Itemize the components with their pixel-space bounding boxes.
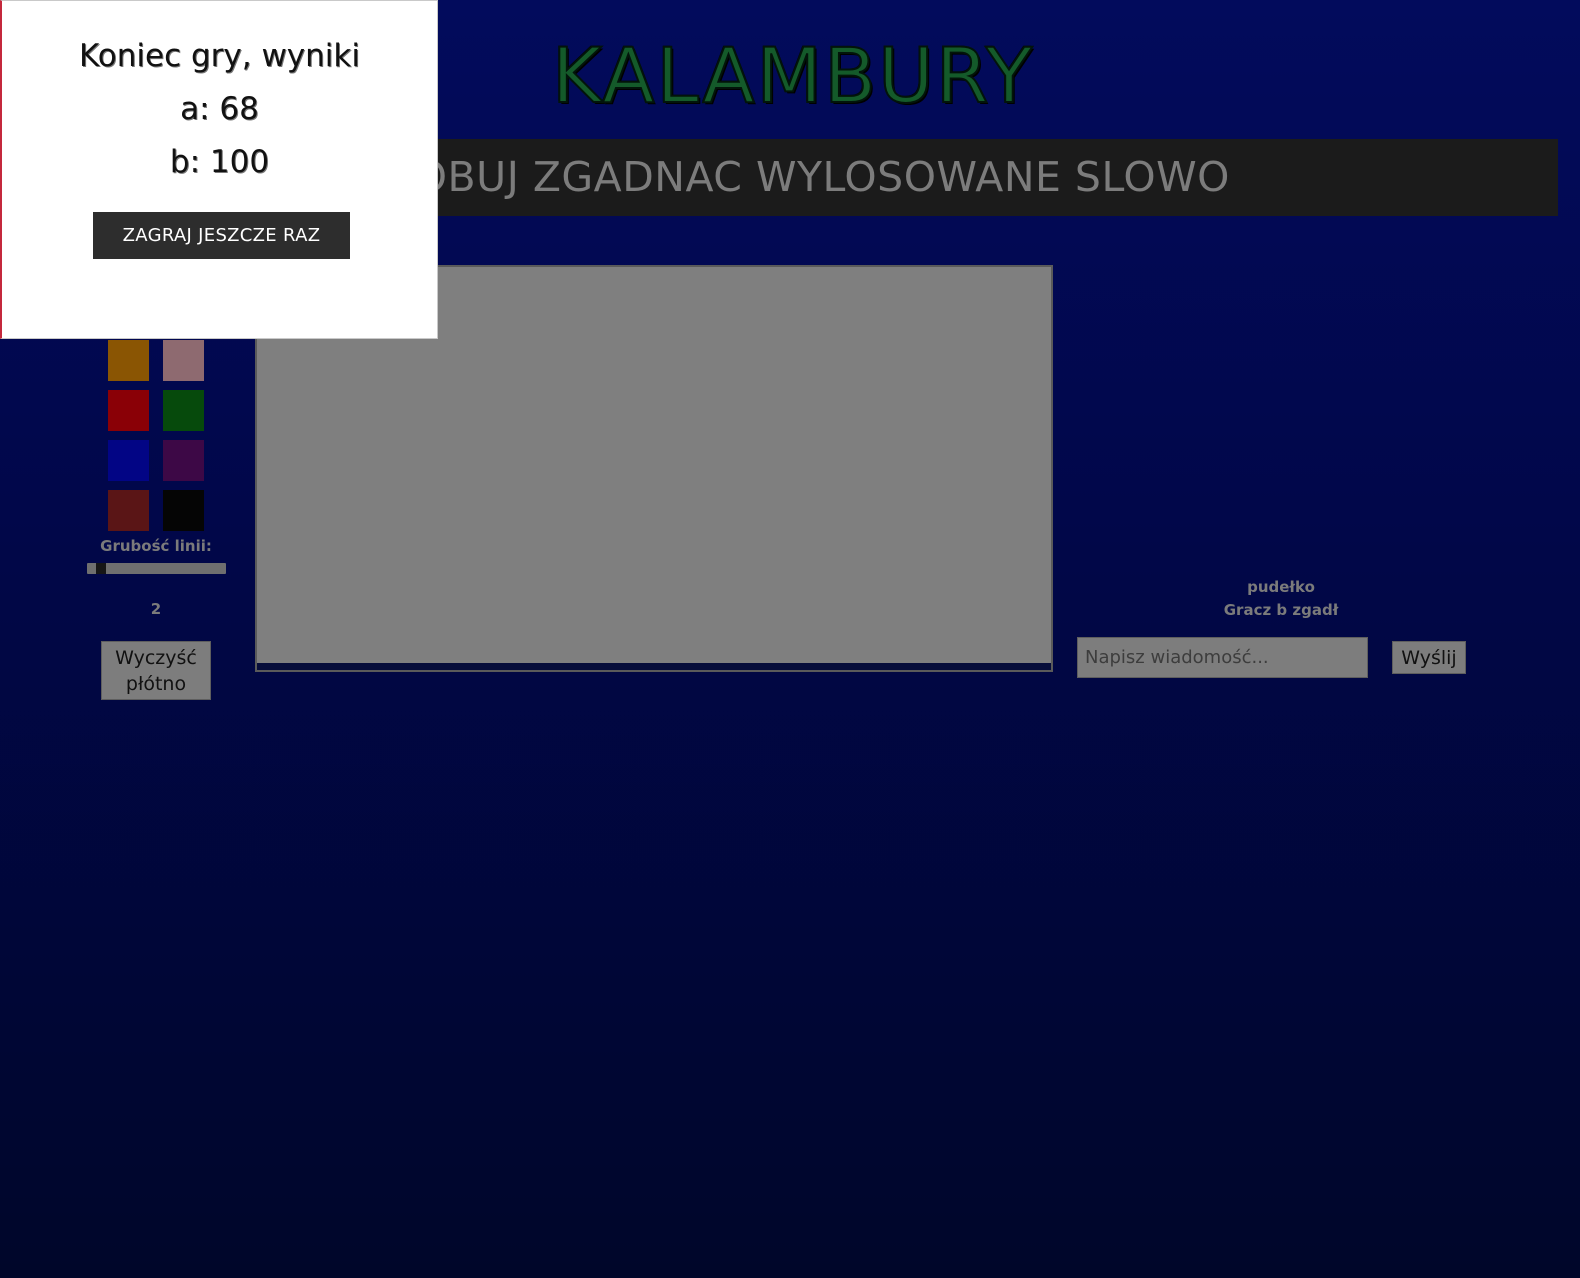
color-swatch-green[interactable] — [163, 390, 204, 431]
clear-canvas-button[interactable]: Wyczyść płótno — [101, 641, 211, 700]
color-swatch-purple[interactable] — [163, 440, 204, 481]
color-swatch-orange[interactable] — [108, 340, 149, 381]
player-score: 68 — [219, 91, 259, 127]
player-name: a — [180, 91, 219, 127]
chat-message: pudełko — [1247, 578, 1315, 596]
color-swatch-pink[interactable] — [163, 340, 204, 381]
send-button[interactable]: Wyślij — [1392, 641, 1466, 674]
game-over-title: Koniec gry, wyniki — [79, 38, 360, 74]
chat-message: Gracz b zgadł — [1223, 601, 1339, 619]
line-width-slider-thumb[interactable] — [96, 563, 106, 574]
play-again-button[interactable]: ZAGRAJ JESZCZE RAZ — [93, 212, 350, 259]
player-score: 100 — [209, 144, 270, 180]
color-palette — [108, 340, 208, 531]
color-swatch-red[interactable] — [108, 390, 149, 431]
color-swatch-maroon[interactable] — [108, 490, 149, 531]
game-over-modal: Koniec gry, wyniki a68 b100 ZAGRAJ JESZC… — [0, 0, 438, 339]
score-row: a68 — [2, 84, 437, 134]
chat-messages: pudełko Gracz b zgadł — [1080, 576, 1482, 622]
line-width-slider[interactable] — [87, 563, 226, 574]
message-input[interactable] — [1077, 637, 1368, 678]
score-row: b100 — [2, 137, 437, 187]
line-width-label: Grubość linii: — [100, 537, 212, 555]
color-swatch-black[interactable] — [163, 490, 204, 531]
player-name: b — [170, 144, 210, 180]
line-width-value: 2 — [150, 600, 162, 618]
color-swatch-blue[interactable] — [108, 440, 149, 481]
